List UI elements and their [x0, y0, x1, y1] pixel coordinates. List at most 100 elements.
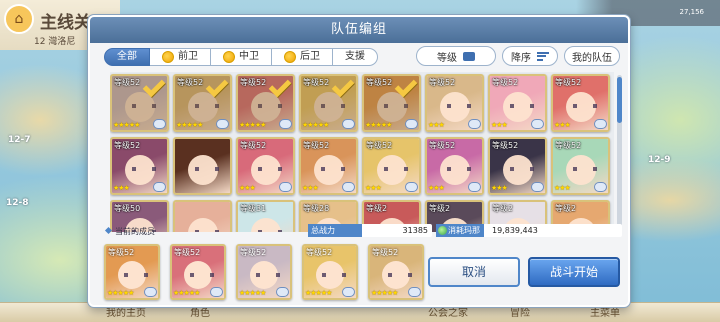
star-rating: ★★★ — [113, 184, 130, 192]
rank-badge — [153, 182, 166, 192]
character-level: 等级52 — [108, 248, 135, 257]
tab-vanguard[interactable]: 前卫 — [150, 48, 211, 66]
character-card[interactable]: 等级52 ★★★★★ — [110, 74, 169, 132]
sort-order-button[interactable]: 降序 — [502, 46, 558, 66]
character-level: 等级52 — [114, 141, 141, 150]
party-member-card[interactable]: 等级52 ★★★★★ — [170, 244, 226, 300]
tab-midguard[interactable]: 中卫 — [211, 48, 272, 66]
character-card[interactable]: 等级52 ★★★★★ — [362, 74, 421, 132]
grid-scrollbar-thumb[interactable] — [617, 77, 622, 123]
character-level: 等级31 — [240, 204, 267, 213]
star-rating: ★★★ — [428, 121, 445, 129]
party-member-card[interactable]: 等级52 ★★★★★ — [236, 244, 292, 300]
star-rating: ★★★★★ — [365, 121, 392, 129]
character-card[interactable]: 等级52 ★★★★★ — [236, 74, 295, 132]
tab-all[interactable]: 全部 — [104, 48, 150, 66]
character-level: 等级52 — [492, 141, 519, 150]
character-level: 等级52 — [429, 141, 456, 150]
rank-badge — [144, 287, 157, 297]
star-rating: ★★★ — [365, 184, 382, 192]
character-card[interactable]: 等级52 ★★★ — [551, 74, 610, 132]
character-level: 等级52 — [555, 141, 582, 150]
start-battle-button[interactable]: 战斗开始 — [528, 257, 620, 287]
tab-support[interactable]: 支援 — [333, 48, 378, 66]
star-rating: ★★★★★ — [176, 121, 203, 129]
character-level: 等级52 — [240, 141, 267, 150]
checkmark-icon — [205, 76, 229, 98]
map-node[interactable]: 12-9 — [648, 155, 671, 165]
rank-badge — [342, 287, 355, 297]
character-card[interactable]: 等级52 ★★★ — [299, 137, 358, 195]
character-level: 等级52 — [429, 78, 456, 87]
map-node[interactable]: 12-8 — [6, 198, 29, 208]
star-rating: ★★★ — [554, 121, 571, 129]
character-level: 等级2 — [366, 204, 388, 213]
character-level: 等级52 — [306, 248, 333, 257]
mana-cost-value: 19,839,443 — [492, 226, 538, 235]
map-node[interactable]: 12-7 — [8, 135, 31, 145]
my-team-button[interactable]: 我的队伍 — [564, 46, 620, 66]
character-level: 等级52 — [366, 78, 393, 87]
rank-badge — [210, 287, 223, 297]
character-card[interactable] — [173, 137, 232, 195]
character-card[interactable]: 等级52 ★★★★★ — [299, 74, 358, 132]
character-level: 等级52 — [174, 248, 201, 257]
character-card[interactable]: 等级52 ★★★ — [425, 137, 484, 195]
character-level: 等级52 — [240, 248, 267, 257]
star-rating: ★★★ — [428, 184, 445, 192]
checkmark-icon — [331, 76, 355, 98]
character-card[interactable]: 等级52 ★★★ — [551, 137, 610, 195]
sort-by-level-button[interactable]: 等级 — [416, 46, 496, 66]
mana-cost-label: 消耗玛那 — [436, 224, 484, 237]
character-card[interactable]: 等级52 ★★★ — [425, 74, 484, 132]
star-rating: ★★★★★ — [107, 289, 134, 297]
star-rating: ★★★★★ — [371, 289, 398, 297]
character-level: 等级52 — [372, 248, 399, 257]
character-portrait — [175, 139, 230, 193]
rank-badge — [405, 182, 418, 192]
rank-badge — [216, 119, 229, 129]
checkmark-icon — [394, 76, 418, 98]
star-rating: ★★★★★ — [302, 121, 329, 129]
tab-rearguard[interactable]: 后卫 — [272, 48, 333, 66]
character-level: 等级52 — [240, 78, 267, 87]
checkmark-icon — [268, 76, 292, 98]
star-rating: ★★★ — [491, 121, 508, 129]
character-card[interactable]: 等级52 ★★★★★ — [173, 74, 232, 132]
character-level: 等级52 — [177, 78, 204, 87]
rank-badge — [594, 119, 607, 129]
character-card[interactable]: 等级52 ★★★ — [488, 74, 547, 132]
party-member-card[interactable]: 等级52 ★★★★★ — [368, 244, 424, 300]
star-rating: ★★★ — [491, 184, 508, 192]
stamina-readout: 27,156 — [679, 8, 705, 16]
mana-icon — [438, 226, 447, 235]
character-card[interactable]: 等级52 ★★★ — [236, 137, 295, 195]
character-level: 等级2 — [555, 204, 577, 213]
star-rating: ★★★★★ — [173, 289, 200, 297]
cancel-button[interactable]: 取消 — [428, 257, 520, 287]
total-power-box: 总战力 31385 — [308, 224, 432, 237]
character-card[interactable]: 等级52 ★★★ — [488, 137, 547, 195]
mana-cost-box: 消耗玛那 19,839,443 — [436, 224, 622, 237]
party-member-card[interactable]: 等级52 ★★★★★ — [104, 244, 160, 300]
rank-badge — [279, 119, 292, 129]
rearguard-icon — [284, 51, 296, 63]
star-rating: ★★★★★ — [239, 121, 266, 129]
star-rating: ★★★ — [554, 184, 571, 192]
stage-subtitle: 12 灣洛尼 — [34, 37, 76, 47]
character-card[interactable]: 等级52 ★★★ — [110, 137, 169, 195]
character-level: 等级52 — [114, 78, 141, 87]
character-grid: 等级52 ★★★★★ 等级52 ★★★★★ 等级52 ★★★★★ 等级52 ★★★★★ 等级52… — [110, 72, 614, 232]
character-level: 等级52 — [366, 141, 393, 150]
party-info-row: 当前的成员 总战力 31385 消耗玛那 19,839,443 — [100, 224, 626, 238]
party-member-card[interactable]: 等级52 ★★★★★ — [302, 244, 358, 300]
character-level: 等级50 — [114, 204, 141, 213]
dialog-title: 队伍编组 — [90, 17, 628, 43]
character-level: 等级2 — [429, 204, 451, 213]
role-filter-tabs: 全部 前卫 中卫 后卫 支援 — [104, 48, 378, 66]
character-level: 等级2 — [492, 204, 514, 213]
rank-badge — [531, 119, 544, 129]
rank-badge — [342, 119, 355, 129]
rank-badge — [468, 119, 481, 129]
character-card[interactable]: 等级52 ★★★ — [362, 137, 421, 195]
